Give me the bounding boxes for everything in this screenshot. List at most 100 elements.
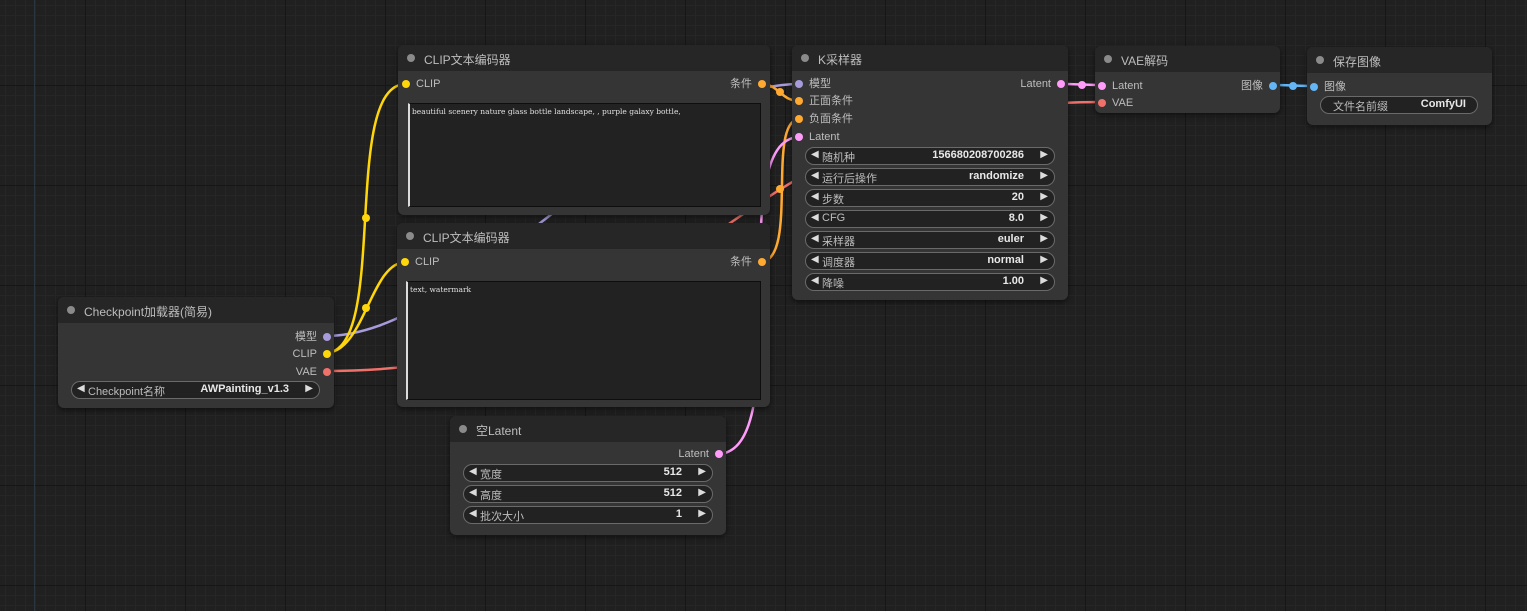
output-model[interactable]: 模型 (295, 330, 331, 344)
node-header[interactable]: 空Latent (450, 416, 726, 442)
input-clip[interactable]: CLIP (401, 255, 440, 269)
node-header[interactable]: VAE解码 (1095, 46, 1280, 72)
widget-label: 运行后操作 (822, 173, 877, 185)
output-conditioning[interactable]: 条件 (730, 255, 766, 269)
node-header[interactable]: 保存图像 (1307, 47, 1492, 73)
clip-socket-icon[interactable] (323, 350, 331, 358)
sampler-name-combo[interactable]: ◀ 采样器 euler ▶ (805, 231, 1055, 249)
output-latent[interactable]: Latent (1020, 77, 1065, 91)
decrement-arrow-icon[interactable]: ◀ (811, 170, 819, 181)
increment-arrow-icon[interactable]: ▶ (1040, 233, 1048, 244)
control-after-generate-combo[interactable]: ◀ 运行后操作 randomize ▶ (805, 168, 1055, 186)
steps-number-widget[interactable]: ◀ 步数 20 ▶ (805, 189, 1055, 207)
clip-socket-icon[interactable] (401, 258, 409, 266)
scheduler-combo[interactable]: ◀ 调度器 normal ▶ (805, 252, 1055, 270)
widget-value: 1 (675, 508, 682, 520)
ckpt-name-combo[interactable]: ◀ Checkpoint名称 AWPainting_v1.3 ▶ (71, 381, 320, 399)
decrement-arrow-icon[interactable]: ◀ (469, 487, 477, 498)
decrement-arrow-icon[interactable]: ◀ (811, 275, 819, 286)
empty-latent-node[interactable]: 空Latent Latent ◀ 宽度 512 ▶ ◀ 高度 512 ▶ ◀ 批… (450, 416, 726, 535)
height-number-widget[interactable]: ◀ 高度 512 ▶ (463, 485, 713, 503)
increment-arrow-icon[interactable]: ▶ (305, 383, 313, 394)
seed-number-widget[interactable]: ◀ 随机种 156680208700286 ▶ (805, 147, 1055, 165)
decrement-arrow-icon[interactable]: ◀ (811, 212, 819, 223)
filename-prefix-field[interactable]: 文件名前缀 ComfyUI (1320, 96, 1478, 114)
collapse-dot-icon[interactable] (67, 306, 75, 314)
input-clip[interactable]: CLIP (402, 77, 440, 91)
clip-socket-icon[interactable] (402, 80, 410, 88)
collapse-dot-icon[interactable] (1104, 55, 1112, 63)
increment-arrow-icon[interactable]: ▶ (1040, 254, 1048, 265)
model-socket-icon[interactable] (323, 333, 331, 341)
save-image-node[interactable]: 保存图像 图像 文件名前缀 ComfyUI (1307, 47, 1492, 125)
collapse-dot-icon[interactable] (407, 54, 415, 62)
model-socket-icon[interactable] (795, 80, 803, 88)
node-header[interactable]: CLIP文本编码器 (397, 223, 770, 249)
latent-socket-icon[interactable] (1057, 80, 1065, 88)
conditioning-socket-icon[interactable] (795, 97, 803, 105)
latent-socket-icon[interactable] (795, 133, 803, 141)
image-socket-icon[interactable] (1269, 82, 1277, 90)
widget-value: euler (997, 233, 1024, 245)
width-number-widget[interactable]: ◀ 宽度 512 ▶ (463, 464, 713, 482)
prompt-textarea[interactable]: beautiful scenery nature glass bottle la… (408, 103, 761, 207)
decrement-arrow-icon[interactable]: ◀ (469, 508, 477, 519)
output-label: Latent (678, 448, 709, 460)
input-label: VAE (1112, 97, 1134, 109)
checkpoint-loader-node[interactable]: Checkpoint加载器(简易) 模型 CLIP VAE ◀ Checkpoi… (58, 297, 334, 408)
input-model[interactable]: 模型 (795, 77, 831, 91)
latent-socket-icon[interactable] (1098, 82, 1106, 90)
vae-socket-icon[interactable] (1098, 99, 1106, 107)
input-latent[interactable]: Latent (795, 130, 840, 144)
collapse-dot-icon[interactable] (459, 425, 467, 433)
increment-arrow-icon[interactable]: ▶ (1040, 275, 1048, 286)
decrement-arrow-icon[interactable]: ◀ (811, 149, 819, 160)
input-vae[interactable]: VAE (1098, 96, 1134, 110)
input-negative[interactable]: 负面条件 (795, 112, 853, 126)
increment-arrow-icon[interactable]: ▶ (698, 466, 706, 477)
widget-label: 步数 (822, 194, 844, 206)
decrement-arrow-icon[interactable]: ◀ (811, 254, 819, 265)
decrement-arrow-icon[interactable]: ◀ (811, 233, 819, 244)
output-latent[interactable]: Latent (678, 447, 723, 461)
input-images[interactable]: 图像 (1310, 80, 1346, 94)
decrement-arrow-icon[interactable]: ◀ (469, 466, 477, 477)
node-header[interactable]: Checkpoint加载器(简易) (58, 297, 334, 323)
conditioning-socket-icon[interactable] (758, 258, 766, 266)
collapse-dot-icon[interactable] (406, 232, 414, 240)
denoise-number-widget[interactable]: ◀ 降噪 1.00 ▶ (805, 273, 1055, 291)
conditioning-socket-icon[interactable] (795, 115, 803, 123)
vae-decode-node[interactable]: VAE解码 Latent VAE 图像 (1095, 46, 1280, 113)
vae-socket-icon[interactable] (323, 368, 331, 376)
decrement-arrow-icon[interactable]: ◀ (811, 191, 819, 202)
link-midpoint (362, 214, 370, 222)
cfg-number-widget[interactable]: ◀ CFG 8.0 ▶ (805, 210, 1055, 228)
collapse-dot-icon[interactable] (1316, 56, 1324, 64)
increment-arrow-icon[interactable]: ▶ (1040, 191, 1048, 202)
input-label: Latent (809, 131, 840, 143)
increment-arrow-icon[interactable]: ▶ (1040, 212, 1048, 223)
image-socket-icon[interactable] (1310, 83, 1318, 91)
increment-arrow-icon[interactable]: ▶ (1040, 149, 1048, 160)
node-header[interactable]: K采样器 (792, 45, 1068, 71)
output-clip[interactable]: CLIP (293, 347, 331, 361)
decrement-arrow-icon[interactable]: ◀ (77, 383, 85, 394)
output-vae[interactable]: VAE (296, 365, 331, 379)
increment-arrow-icon[interactable]: ▶ (698, 508, 706, 519)
increment-arrow-icon[interactable]: ▶ (1040, 170, 1048, 181)
input-positive[interactable]: 正面条件 (795, 94, 853, 108)
input-label: CLIP (415, 256, 440, 268)
output-image[interactable]: 图像 (1241, 79, 1277, 93)
node-header[interactable]: CLIP文本编码器 (398, 45, 770, 71)
clip-text-encode-positive-node[interactable]: CLIP文本编码器 CLIP 条件 beautiful scenery natu… (398, 45, 770, 215)
collapse-dot-icon[interactable] (801, 54, 809, 62)
ksampler-node[interactable]: K采样器 模型 正面条件 负面条件 Latent Latent ◀ 随机种 15… (792, 45, 1068, 300)
conditioning-socket-icon[interactable] (758, 80, 766, 88)
batch-size-number-widget[interactable]: ◀ 批次大小 1 ▶ (463, 506, 713, 524)
prompt-textarea[interactable]: text, watermark (406, 281, 761, 400)
output-conditioning[interactable]: 条件 (730, 77, 766, 91)
clip-text-encode-negative-node[interactable]: CLIP文本编码器 CLIP 条件 text, watermark (397, 223, 770, 407)
latent-socket-icon[interactable] (715, 450, 723, 458)
input-latent[interactable]: Latent (1098, 79, 1143, 93)
increment-arrow-icon[interactable]: ▶ (698, 487, 706, 498)
